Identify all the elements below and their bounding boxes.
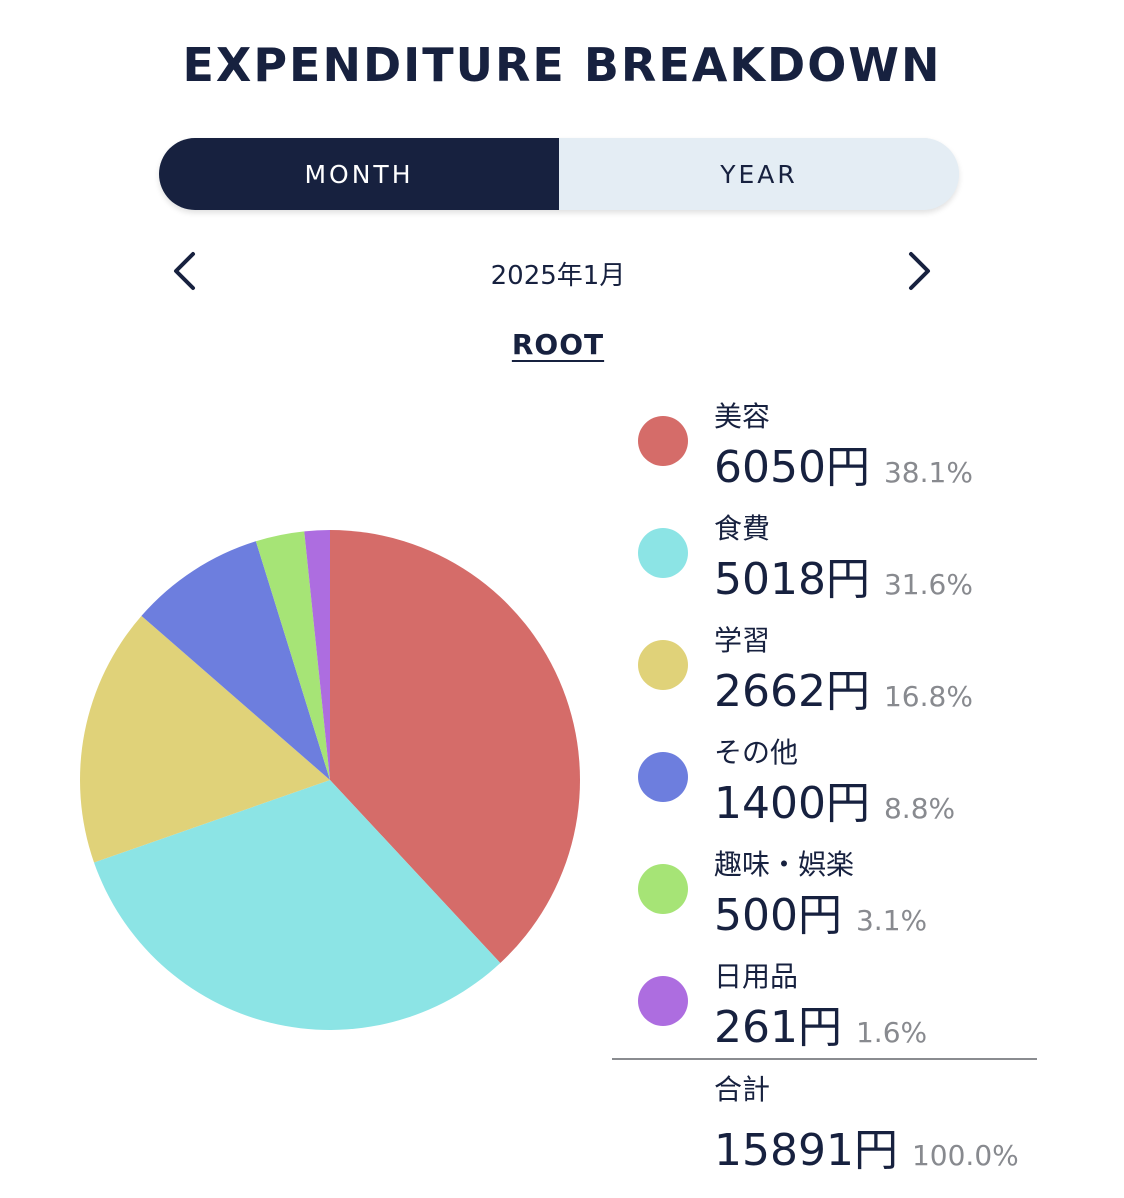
legend-color-dot: [638, 640, 688, 690]
tab-year[interactable]: YEAR: [559, 138, 959, 210]
category-percent: 31.6%: [883, 568, 973, 601]
category-amount: 261円: [714, 1002, 842, 1053]
legend: 美容 6050円 38.1% 食費 5018円 31.6% 学習 2662円 16.8…: [612, 395, 1042, 1067]
total-summary: 合計 15891円 100.0%: [714, 1068, 1019, 1178]
total-divider: [612, 1058, 1037, 1060]
period-label: 2025年1月: [490, 261, 626, 291]
total-percent: 100.0%: [911, 1139, 1019, 1172]
legend-color-dot: [638, 976, 688, 1026]
category-amount: 5018円: [714, 554, 870, 605]
legend-item-hobby[interactable]: 趣味・娯楽 500円 3.1%: [612, 843, 1042, 955]
legend-color-dot: [638, 752, 688, 802]
tab-month[interactable]: MONTH: [159, 138, 559, 210]
category-amount: 6050円: [714, 442, 870, 493]
period-toggle: MONTH YEAR: [159, 138, 959, 210]
legend-item-food[interactable]: 食費 5018円 31.6%: [612, 507, 1042, 619]
category-percent: 38.1%: [883, 456, 973, 489]
total-amount: 15891円: [714, 1125, 898, 1176]
category-name: 食費: [714, 512, 771, 545]
legend-item-study[interactable]: 学習 2662円 16.8%: [612, 619, 1042, 731]
legend-color-dot: [638, 864, 688, 914]
page-title: EXPENDITURE BREAKDOWN: [182, 38, 942, 92]
legend-item-beauty[interactable]: 美容 6050円 38.1%: [612, 395, 1042, 507]
category-name: 日用品: [714, 960, 799, 993]
breadcrumb-root-link[interactable]: ROOT: [0, 328, 1116, 361]
category-percent: 16.8%: [883, 680, 973, 713]
category-name: その他: [714, 736, 799, 769]
pie-chart: [79, 530, 580, 1030]
category-name: 趣味・娯楽: [714, 848, 855, 881]
total-label: 合計: [714, 1073, 771, 1106]
legend-item-daily-goods[interactable]: 日用品 261円 1.6%: [612, 955, 1042, 1067]
category-percent: 1.6%: [855, 1016, 928, 1049]
category-name: 学習: [714, 624, 771, 657]
category-percent: 3.1%: [855, 904, 928, 937]
legend-color-dot: [638, 528, 688, 578]
category-name: 美容: [714, 400, 771, 433]
category-amount: 2662円: [714, 666, 870, 717]
legend-item-other[interactable]: その他 1400円 8.8%: [612, 731, 1042, 843]
category-amount: 500円: [714, 890, 842, 941]
chevron-right-icon: [909, 252, 930, 290]
category-amount: 1400円: [714, 778, 870, 829]
next-period-button[interactable]: [898, 250, 938, 292]
legend-color-dot: [638, 416, 688, 466]
category-percent: 8.8%: [883, 792, 956, 825]
